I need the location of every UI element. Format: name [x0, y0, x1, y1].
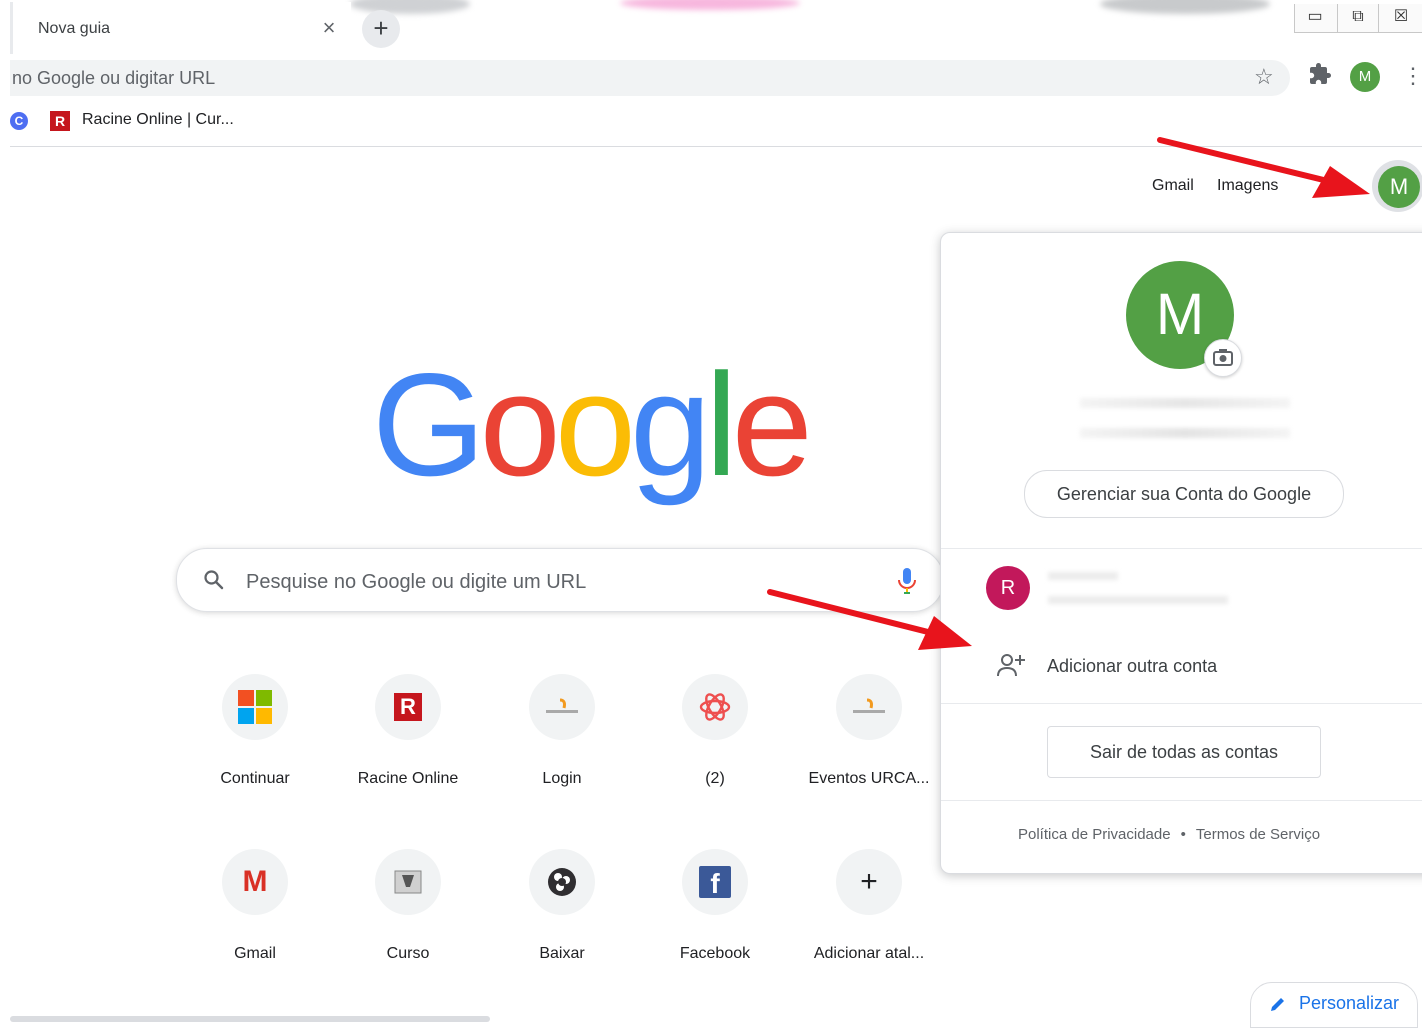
- shortcut-facebook[interactable]: f Facebook: [638, 849, 792, 1009]
- shortcut-racine-online[interactable]: R Racine Online: [331, 674, 485, 834]
- pencil-icon: [1268, 994, 1288, 1014]
- gmail-link[interactable]: Gmail: [1152, 177, 1194, 195]
- horizontal-scrollbar[interactable]: [10, 1016, 490, 1022]
- popup-footer: Política de Privacidade • Termos de Serviç…: [1018, 826, 1320, 843]
- bookmark-c-icon[interactable]: C: [10, 112, 28, 130]
- urcamp-icon: [836, 674, 902, 740]
- toolbar-divider: [10, 146, 1422, 147]
- profile-avatar-toolbar[interactable]: M: [1350, 62, 1380, 92]
- shortcut-label: Curso: [386, 945, 430, 962]
- gmail-icon: M: [222, 849, 288, 915]
- search-icon: [202, 568, 226, 592]
- footer-separator: •: [1180, 826, 1186, 843]
- sign-out-all-button[interactable]: Sair de todas as contas: [1047, 726, 1321, 778]
- extensions-icon[interactable]: [1308, 62, 1332, 92]
- other-account-avatar[interactable]: R: [986, 566, 1030, 610]
- bookmark-star-icon[interactable]: ☆: [1254, 64, 1274, 90]
- customize-label[interactable]: Personalizar: [1299, 993, 1399, 1014]
- microsoft-icon: [222, 674, 288, 740]
- shortcut-eventos-urcamp[interactable]: Eventos URCA...: [792, 674, 946, 834]
- plus-icon: +: [836, 849, 902, 915]
- omnibox-text: no Google ou digitar URL: [12, 68, 216, 88]
- search-input[interactable]: [246, 566, 846, 598]
- redacted-account-email: [1048, 596, 1228, 604]
- microphone-icon[interactable]: [894, 566, 920, 596]
- shortcut-curso[interactable]: Curso: [331, 849, 485, 1009]
- shortcut-label: Adicionar atal...: [813, 945, 925, 962]
- shortcut-label: (2): [705, 770, 725, 787]
- obs-icon: [529, 849, 595, 915]
- restore-icon[interactable]: ⧉: [1337, 4, 1379, 32]
- racine-icon: R: [375, 674, 441, 740]
- popup-divider: [941, 800, 1422, 801]
- shortcut-label: Continuar: [220, 770, 290, 787]
- popup-divider: [941, 548, 1422, 549]
- racine-glyph: R: [394, 693, 422, 721]
- shortcut-baixar[interactable]: Baixar: [485, 849, 639, 1009]
- redacted-email: [1080, 428, 1290, 438]
- shortcut-label: Facebook: [679, 945, 751, 962]
- google-logo: Google: [372, 343, 813, 506]
- redacted-name: [1080, 398, 1290, 408]
- shortcut-login[interactable]: Login: [485, 674, 639, 834]
- window-controls: ▭ ⧉ ☒: [1294, 4, 1422, 33]
- add-account-label[interactable]: Adicionar outra conta: [1047, 656, 1217, 677]
- menu-kebab-icon[interactable]: ⋮: [1402, 64, 1422, 88]
- tab-close-icon[interactable]: ×: [318, 15, 340, 41]
- shortcut-continuar[interactable]: Continuar: [178, 674, 332, 834]
- shortcut-2[interactable]: (2): [638, 674, 792, 834]
- account-avatar[interactable]: M: [1378, 166, 1420, 208]
- bookmark-racine-label[interactable]: Racine Online | Cur...: [82, 111, 234, 129]
- shortcut-label: Eventos URCA...: [808, 770, 930, 787]
- facebook-glyph: f: [699, 866, 731, 899]
- urcamp-icon: [529, 674, 595, 740]
- images-link[interactable]: Imagens: [1217, 177, 1278, 195]
- openai-icon: [682, 674, 748, 740]
- close-window-icon[interactable]: ☒: [1381, 4, 1421, 32]
- popup-divider: [941, 703, 1422, 704]
- terms-link[interactable]: Termos de Serviço: [1196, 826, 1320, 843]
- add-account-icon[interactable]: [996, 652, 1026, 678]
- curso-icon: [375, 849, 441, 915]
- shortcut-label: Login: [542, 770, 582, 787]
- redacted-account-name: [1048, 572, 1118, 580]
- facebook-icon: f: [682, 849, 748, 915]
- privacy-link[interactable]: Política de Privacidade: [1018, 826, 1171, 843]
- shortcut-gmail[interactable]: M Gmail: [178, 849, 332, 1009]
- google-apps-icon[interactable]: ⋯: [1320, 172, 1338, 193]
- bookmark-racine-icon[interactable]: R: [50, 111, 70, 131]
- tab-title: Nova guia: [38, 20, 111, 37]
- shortcut-add[interactable]: + Adicionar atal...: [792, 849, 946, 1009]
- shortcut-label: Racine Online: [357, 770, 459, 787]
- camera-icon[interactable]: [1204, 339, 1242, 377]
- manage-account-button[interactable]: Gerenciar sua Conta do Google: [1024, 470, 1344, 518]
- shortcut-label: Baixar: [539, 945, 585, 962]
- shortcut-label: Gmail: [234, 945, 276, 962]
- new-tab-button[interactable]: +: [362, 10, 400, 48]
- minimize-icon[interactable]: ▭: [1295, 4, 1335, 32]
